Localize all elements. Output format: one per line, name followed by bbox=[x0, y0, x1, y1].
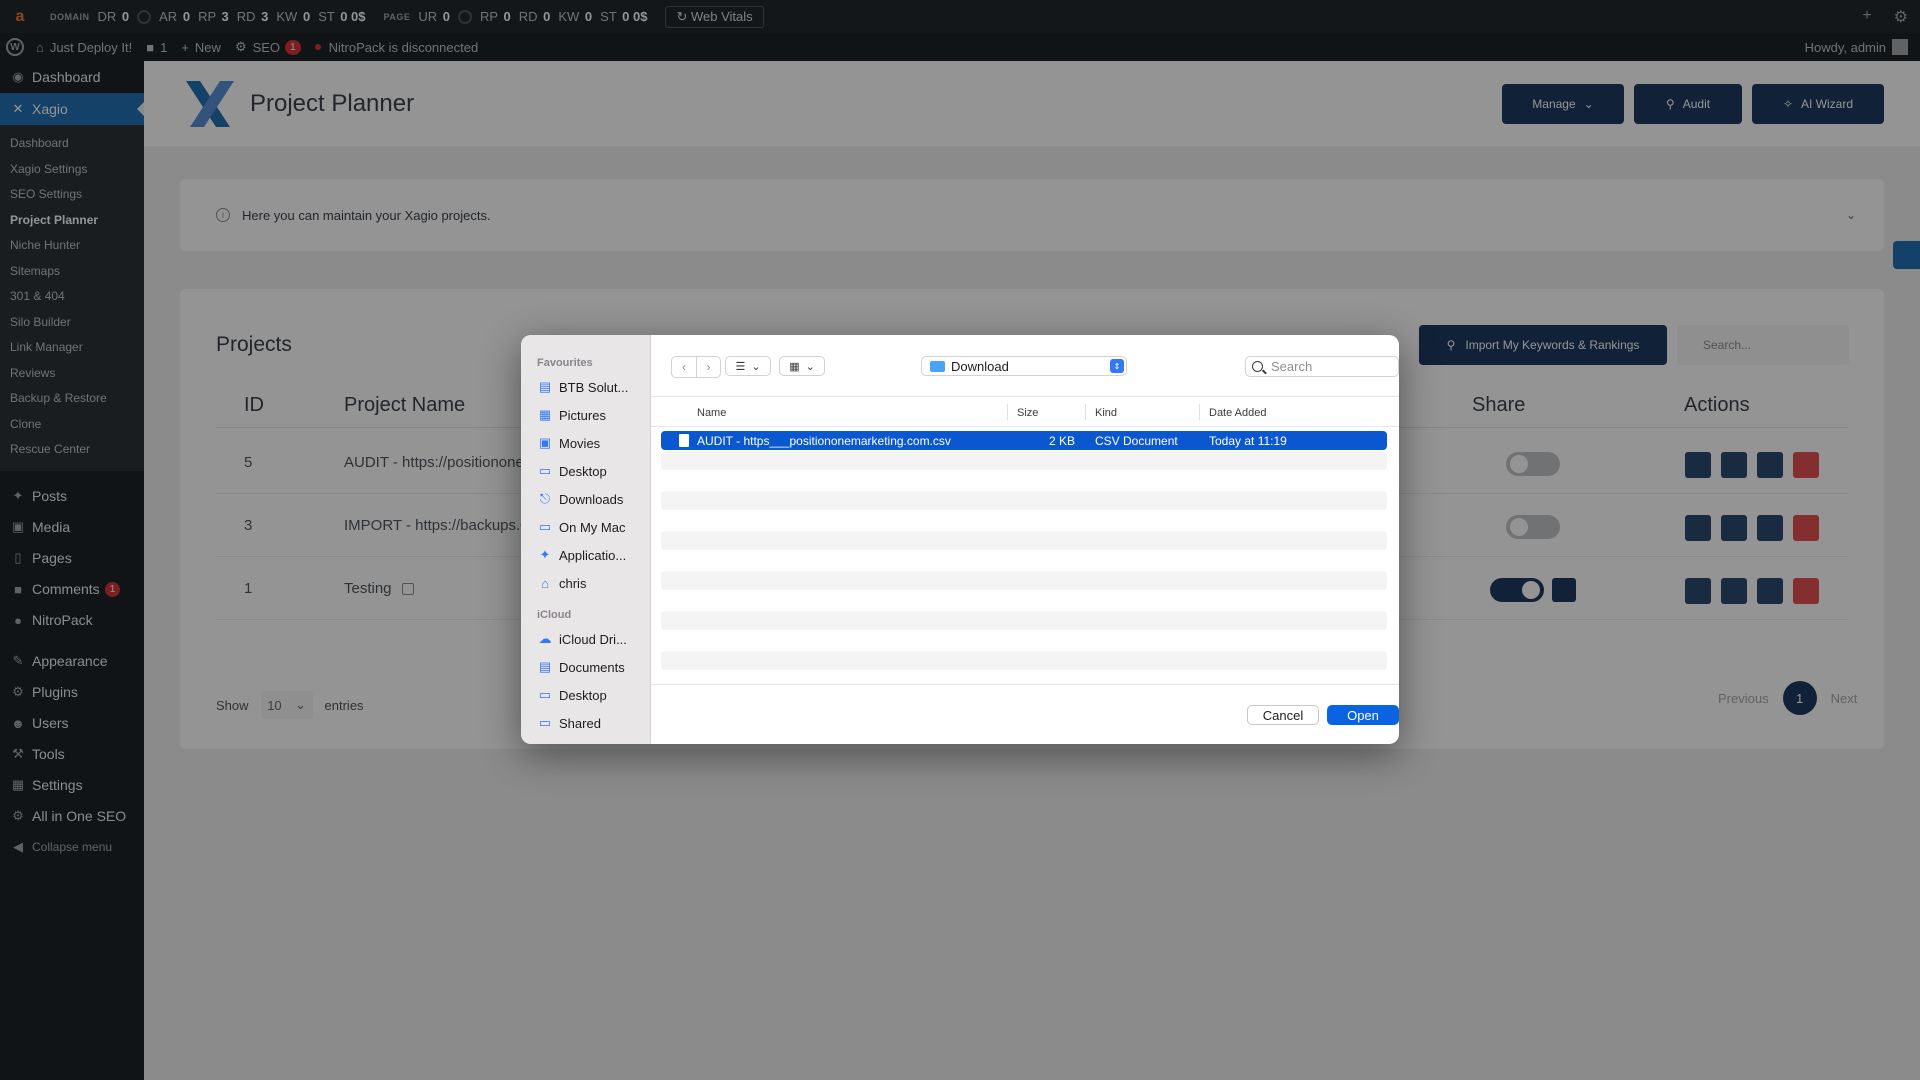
folder-icon bbox=[930, 360, 945, 372]
group-view-button[interactable]: ▦ ⌄ bbox=[779, 356, 825, 376]
col-kind[interactable]: Kind bbox=[1095, 407, 1117, 419]
document-icon bbox=[679, 434, 689, 447]
file-row-empty bbox=[661, 611, 1387, 630]
sidebar-item-chris[interactable]: ⌂ chris bbox=[521, 569, 650, 597]
apps-icon: ✦ bbox=[539, 547, 551, 562]
sidebar-item-desktop[interactable]: ▭ Desktop bbox=[521, 457, 650, 485]
file-row-empty bbox=[661, 451, 1387, 470]
sidebar-item-applications[interactable]: ✦ Applicatio... bbox=[521, 541, 650, 569]
file-row-selected[interactable]: AUDIT - https___positiononemarketing.com… bbox=[661, 431, 1387, 450]
sidebar-item-downloads[interactable]: ⎋ Downloads bbox=[521, 485, 650, 513]
forward-icon[interactable]: › bbox=[696, 357, 720, 377]
file-row-empty bbox=[661, 571, 1387, 590]
chevron-down-icon: ⌄ bbox=[751, 360, 761, 373]
photo-icon: ▦ bbox=[538, 407, 552, 422]
back-icon[interactable]: ‹ bbox=[672, 357, 696, 377]
dialog-search-input[interactable]: Search bbox=[1245, 356, 1399, 377]
file-open-dialog: Favourites ▤ BTB Solut... ▦ Pictures ▣ Movi… bbox=[521, 335, 1399, 744]
dialog-footer: Cancel Open bbox=[651, 684, 1399, 744]
sidebar-item-on-my-mac[interactable]: ▭ On My Mac bbox=[521, 513, 650, 541]
download-icon: ⎋ bbox=[539, 491, 551, 506]
sidebar-item-icloud-desktop[interactable]: ▭ Desktop bbox=[521, 681, 650, 709]
shared-folder-icon: ▭ bbox=[538, 715, 552, 730]
icloud-heading: iCloud bbox=[537, 609, 572, 621]
film-icon: ▣ bbox=[538, 435, 552, 450]
desktop-icon: ▭ bbox=[538, 463, 552, 478]
nav-buttons: ‹ › bbox=[671, 356, 721, 378]
list-icon: ☰ bbox=[735, 360, 746, 373]
location-label: Download bbox=[951, 358, 1009, 374]
col-date-added[interactable]: Date Added bbox=[1209, 407, 1267, 419]
open-button[interactable]: Open bbox=[1327, 705, 1399, 725]
desktop-icon: ▭ bbox=[538, 687, 552, 702]
chevron-down-icon: ⌄ bbox=[805, 360, 815, 373]
document-icon: ▤ bbox=[538, 379, 552, 394]
favourites-heading: Favourites bbox=[537, 357, 593, 369]
sidebar-item-pictures[interactable]: ▦ Pictures bbox=[521, 401, 650, 429]
home-icon: ⌂ bbox=[541, 575, 549, 591]
folder-icon: ▭ bbox=[538, 519, 552, 534]
sidebar-item-shared[interactable]: ▭ Shared bbox=[521, 709, 650, 737]
file-row-empty bbox=[661, 491, 1387, 510]
cancel-button[interactable]: Cancel bbox=[1247, 705, 1319, 725]
col-name[interactable]: Name bbox=[697, 407, 726, 419]
dialog-sidebar: Favourites ▤ BTB Solut... ▦ Pictures ▣ Movi… bbox=[521, 335, 651, 744]
col-size[interactable]: Size bbox=[1017, 407, 1038, 419]
file-row-empty bbox=[661, 651, 1387, 670]
list-view-button[interactable]: ☰ ⌄ bbox=[725, 356, 771, 376]
cloud-icon: ☁ bbox=[538, 631, 552, 646]
dialog-toolbar: ‹ › ☰ ⌄ ▦ ⌄ Download ⇕ Search bbox=[651, 335, 1399, 397]
sidebar-item-documents[interactable]: ▤ Documents bbox=[521, 653, 650, 681]
grid-icon: ▦ bbox=[789, 360, 800, 373]
sidebar-item-btb[interactable]: ▤ BTB Solut... bbox=[521, 373, 650, 401]
sidebar-item-icloud-drive[interactable]: ☁ iCloud Dri... bbox=[521, 625, 650, 653]
document-icon: ▤ bbox=[538, 659, 552, 674]
file-list-header: Name Size Kind Date Added bbox=[651, 397, 1399, 427]
dialog-main: ‹ › ☰ ⌄ ▦ ⌄ Download ⇕ Search Name Size Ki… bbox=[651, 335, 1399, 744]
search-icon bbox=[1252, 361, 1263, 372]
file-row-empty bbox=[661, 531, 1387, 550]
location-popup[interactable]: Download ⇕ bbox=[921, 356, 1127, 376]
stepper-icon: ⇕ bbox=[1110, 359, 1124, 373]
sidebar-item-movies[interactable]: ▣ Movies bbox=[521, 429, 650, 457]
